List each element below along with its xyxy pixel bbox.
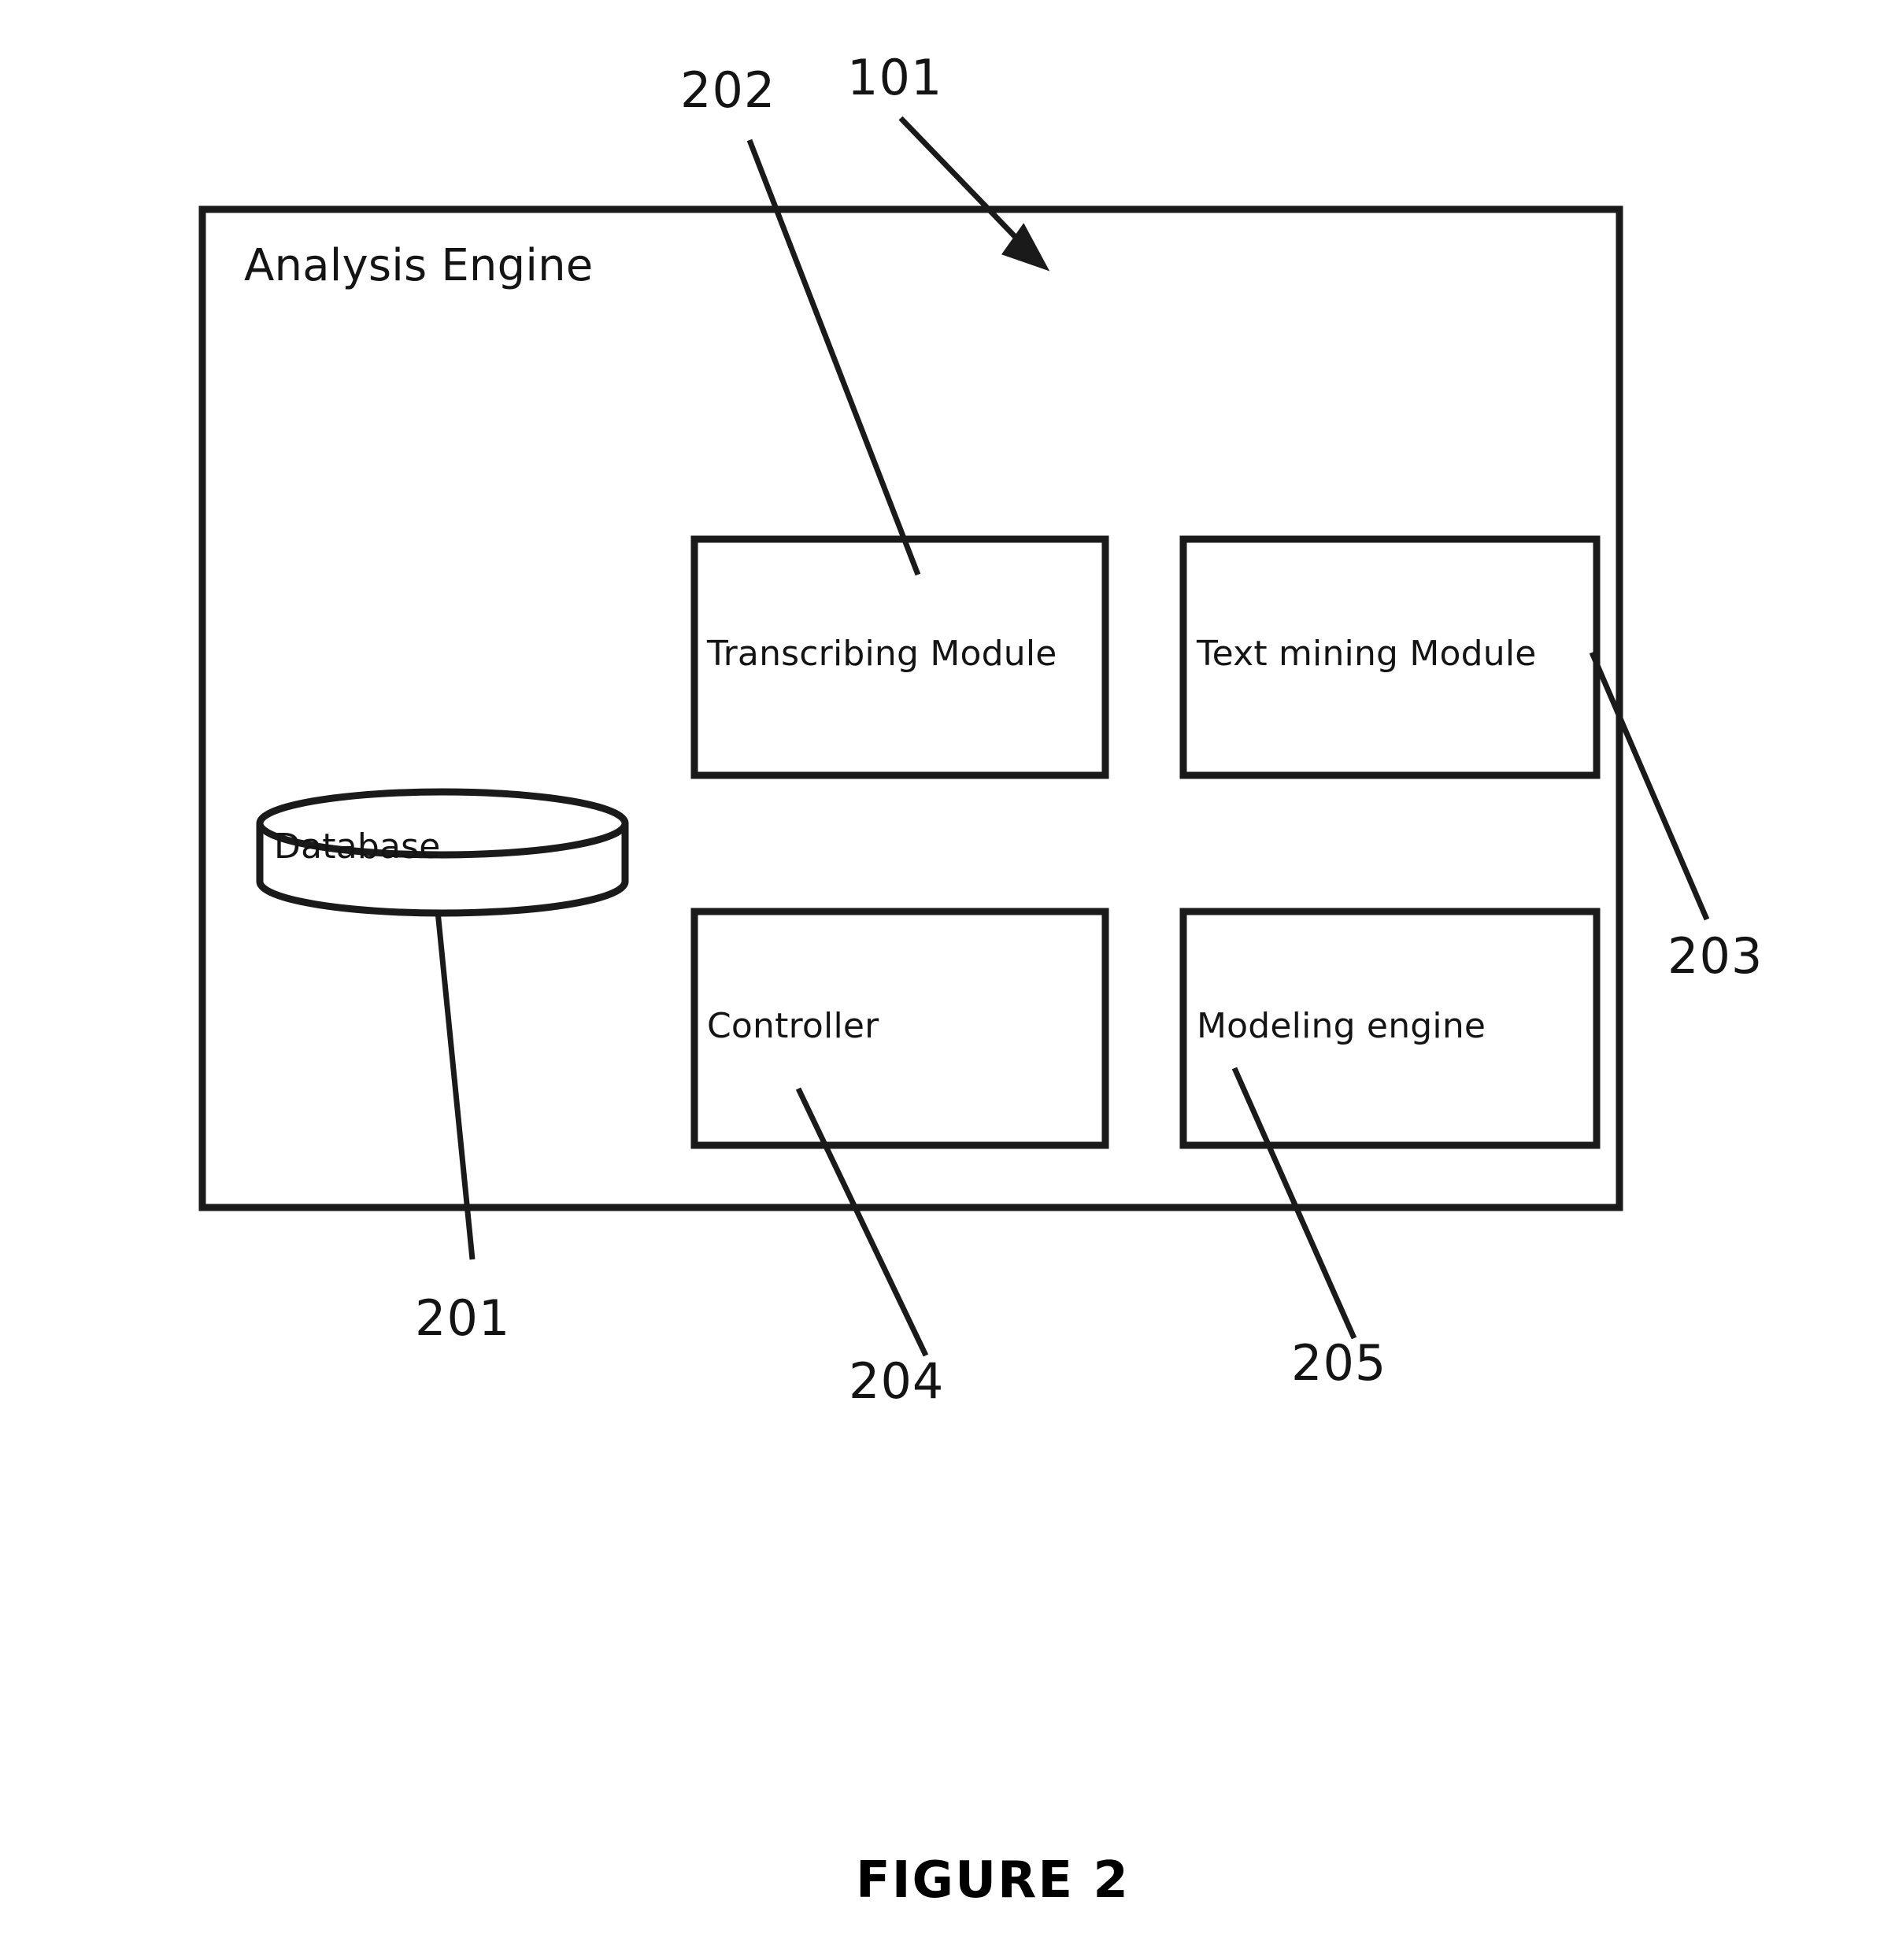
reference-numeral-205: 205 (1291, 1334, 1387, 1392)
diagram-canvas (198, 116, 1710, 1357)
leader-line-202 (746, 139, 921, 576)
leader-line-205 (1231, 1067, 1357, 1340)
controller-label: Controller (707, 1006, 879, 1046)
database-label: Database (274, 827, 441, 867)
reference-numeral-201: 201 (415, 1289, 511, 1347)
reference-numeral-202: 202 (680, 61, 776, 119)
leader-line-204 (795, 1087, 929, 1357)
modeling-engine-label: Modeling engine (1197, 1006, 1486, 1046)
figure-caption: FIGURE 2 (856, 1851, 1130, 1910)
leader-line-203 (1589, 651, 1710, 921)
figure-2-diagram: Analysis Engine Transcribing Module Text… (0, 0, 1895, 1960)
analysis-engine-title: Analysis Engine (244, 240, 594, 291)
transcribing-module-label: Transcribing Module (707, 634, 1057, 674)
reference-numeral-101: 101 (847, 49, 943, 106)
analysis-engine-container (198, 205, 1623, 1211)
reference-numeral-204: 204 (849, 1352, 945, 1410)
text-mining-module-label: Text mining Module (1197, 634, 1537, 674)
reference-numeral-203: 203 (1667, 927, 1764, 985)
leader-line-101 (898, 116, 1050, 272)
